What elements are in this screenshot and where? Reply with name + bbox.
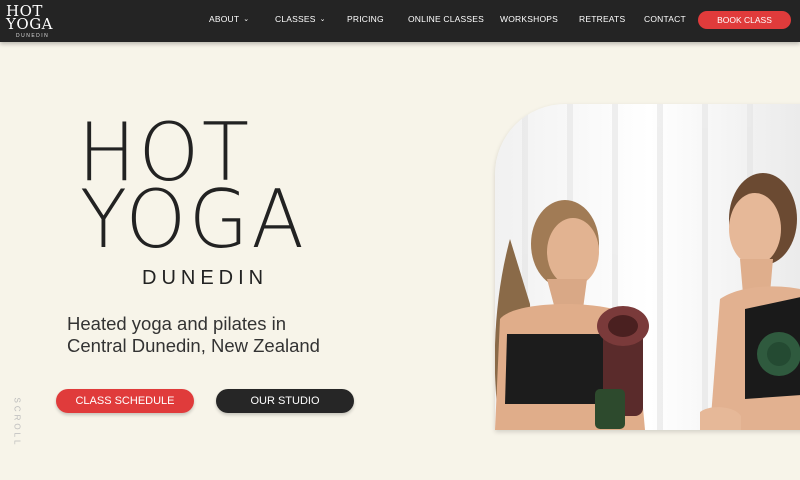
chevron-down-icon: ⌄	[319, 16, 326, 23]
nav-item-workshops[interactable]: WORKSHOPS	[500, 14, 558, 24]
top-navigation-bar: HOT YOGA DUNEDIN ABOUT ⌄ CLASSES ⌄ PRICING…	[0, 0, 800, 42]
logo-subtitle: DUNEDIN	[16, 33, 50, 39]
hero-photo-illustration	[495, 104, 800, 430]
nav-item-label: PRICING	[347, 14, 384, 24]
nav-item-label: WORKSHOPS	[500, 14, 559, 24]
book-class-button[interactable]: BOOK CLASS	[698, 11, 791, 29]
nav-item-contact[interactable]: CONTACT	[644, 14, 686, 24]
class-schedule-button[interactable]: CLASS SCHEDULE	[56, 389, 194, 413]
nav-item-retreats[interactable]: RETREATS	[579, 14, 625, 24]
hero-photo	[495, 104, 800, 430]
nav-item-classes[interactable]: CLASSES ⌄	[275, 14, 326, 24]
hero-brand-subtitle: DUNEDIN	[142, 267, 269, 289]
chevron-down-icon: ⌄	[243, 16, 250, 23]
our-studio-button[interactable]: OUR STUDIO	[216, 389, 354, 413]
hero-brand-line-2: YOGA	[80, 173, 307, 266]
nav-item-label: ONLINE CLASSES	[408, 14, 485, 24]
tagline-line-2: Central Dunedin, New Zealand	[67, 335, 320, 356]
site-logo[interactable]: HOT YOGA DUNEDIN	[6, 2, 62, 40]
nav-item-label: RETREATS	[579, 14, 626, 24]
nav-item-about[interactable]: ABOUT ⌄	[209, 14, 249, 24]
logo-line-2: YOGA	[6, 15, 54, 33]
nav-item-label: CONTACT	[644, 14, 686, 24]
scroll-indicator[interactable]: SCROLL	[13, 397, 22, 447]
nav-item-pricing[interactable]: PRICING	[347, 14, 384, 24]
nav-item-label: ABOUT	[209, 14, 240, 24]
hero-tagline: Heated yoga and pilates in Central Duned…	[67, 313, 367, 357]
nav-item-online-classes[interactable]: ONLINE CLASSES	[408, 14, 484, 24]
tagline-line-1: Heated yoga and pilates in	[67, 313, 287, 334]
nav-item-label: CLASSES	[275, 14, 316, 24]
